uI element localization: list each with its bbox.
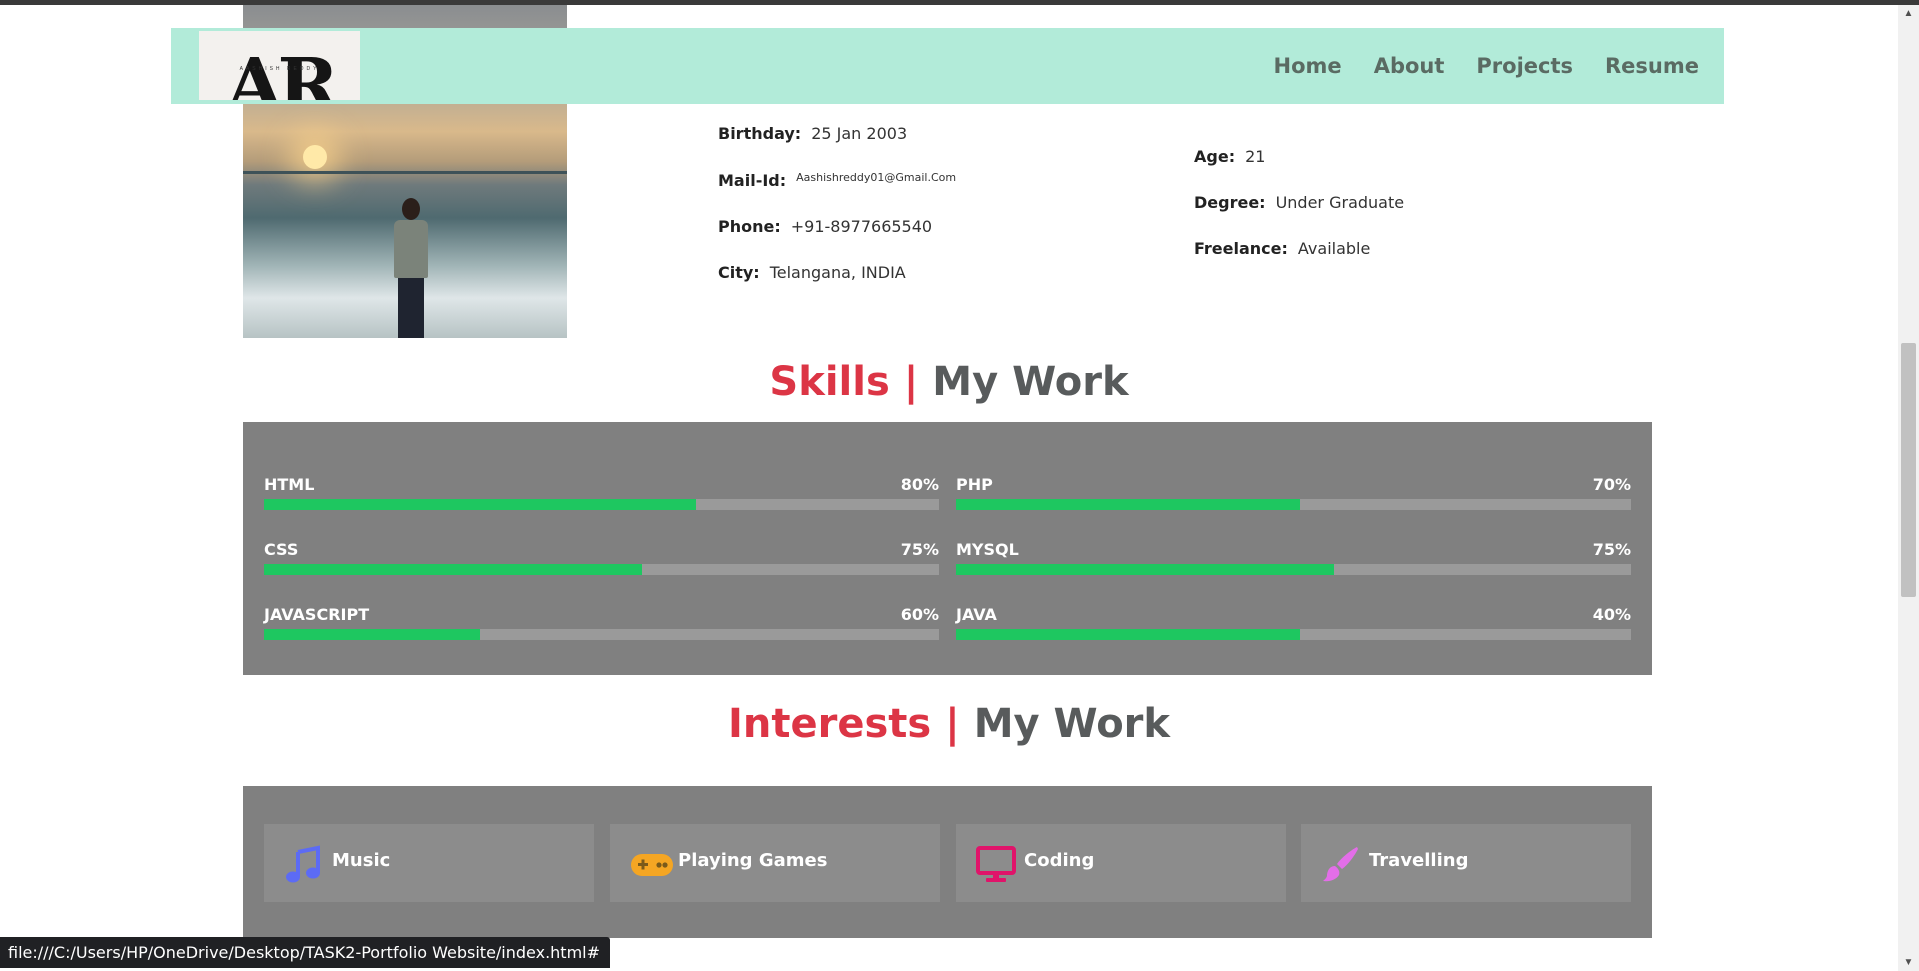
info-key: City: bbox=[718, 263, 760, 282]
logo-subtext: AASHISH REDDY bbox=[239, 66, 320, 72]
info-key: Phone: bbox=[718, 217, 781, 236]
info-value: Available bbox=[1297, 239, 1371, 258]
skill-name: PHP bbox=[956, 475, 993, 494]
interest-label: Playing Games bbox=[678, 850, 828, 871]
skill-name: JAVASCRIPT bbox=[264, 605, 370, 624]
skills-panel: HTML 80% PHP 70% CSS 75% MYSQL 75% JAVAS… bbox=[243, 422, 1652, 675]
vertical-scrollbar[interactable]: ▲ ▼ bbox=[1898, 5, 1919, 971]
scroll-up-arrow-icon[interactable]: ▲ bbox=[1898, 5, 1919, 22]
title-separator: | bbox=[945, 701, 960, 747]
nav-resume-link[interactable]: Resume bbox=[1605, 54, 1699, 78]
skill-name: MYSQL bbox=[956, 540, 1019, 559]
info-age: Age: 21 bbox=[1194, 147, 1265, 166]
interest-label: Music bbox=[332, 850, 391, 871]
interest-label: Coding bbox=[1024, 850, 1095, 871]
skill-percent: 75% bbox=[1592, 540, 1631, 559]
scroll-down-arrow-icon[interactable]: ▼ bbox=[1898, 954, 1919, 971]
skill-progress-track bbox=[264, 629, 939, 640]
info-mail: Mail-Id: Aashishreddy01@Gmail.Com bbox=[718, 171, 956, 190]
skill-name: HTML bbox=[264, 475, 315, 494]
skills-title-accent: Skills bbox=[769, 359, 890, 405]
interests-section-title: Interests | My Work bbox=[0, 701, 1898, 747]
title-separator: | bbox=[903, 359, 919, 405]
info-birthday: Birthday: 25 Jan 2003 bbox=[718, 124, 907, 143]
gamepad-icon bbox=[630, 844, 673, 884]
info-value: +91-8977665540 bbox=[790, 217, 933, 236]
photo-sun bbox=[303, 145, 327, 169]
info-key: Freelance: bbox=[1194, 239, 1288, 258]
skill-progress-track bbox=[956, 629, 1631, 640]
info-key: Mail-Id: bbox=[718, 171, 787, 190]
skill-progress-fill bbox=[264, 629, 480, 640]
info-value: 25 Jan 2003 bbox=[811, 124, 908, 143]
info-city: City: Telangana, INDIA bbox=[718, 263, 906, 282]
skill-progress-track bbox=[264, 564, 939, 575]
photo-horizon bbox=[243, 171, 567, 174]
skills-title-rest: My Work bbox=[932, 359, 1129, 405]
interest-card-playing-games[interactable]: Playing Games bbox=[610, 824, 940, 902]
person-torso bbox=[394, 220, 428, 278]
monitor-icon bbox=[976, 844, 1016, 884]
interests-title-rest: My Work bbox=[973, 701, 1170, 747]
info-key: Birthday: bbox=[718, 124, 802, 143]
skill-progress-fill bbox=[264, 499, 696, 510]
skill-php: PHP 70% bbox=[956, 475, 1631, 525]
skill-percent: 40% bbox=[1592, 605, 1631, 624]
photo-person bbox=[392, 198, 430, 338]
info-value: Telangana, INDIA bbox=[769, 263, 906, 282]
info-key: Degree: bbox=[1194, 193, 1266, 212]
info-degree: Degree: Under Graduate bbox=[1194, 193, 1404, 212]
nav-projects-link[interactable]: Projects bbox=[1476, 54, 1573, 78]
paintbrush-icon bbox=[1321, 844, 1361, 884]
skill-name: CSS bbox=[264, 540, 299, 559]
nav-about-link[interactable]: About bbox=[1374, 54, 1445, 78]
interest-card-travelling[interactable]: Travelling bbox=[1301, 824, 1631, 902]
skill-percent: 75% bbox=[900, 540, 939, 559]
interest-label: Travelling bbox=[1369, 850, 1469, 871]
skill-html: HTML 80% bbox=[264, 475, 939, 525]
interest-card-music[interactable]: Music bbox=[264, 824, 594, 902]
skill-percent: 60% bbox=[900, 605, 939, 624]
skill-progress-fill bbox=[956, 564, 1334, 575]
link-status-bar: file:///C:/Users/HP/OneDrive/Desktop/TAS… bbox=[0, 937, 611, 968]
page-viewport: Birthday: 25 Jan 2003 Mail-Id: Aashishredd… bbox=[0, 5, 1898, 971]
info-freelance: Freelance: Available bbox=[1194, 239, 1370, 258]
skill-progress-track bbox=[956, 499, 1631, 510]
scrollbar-thumb[interactable] bbox=[1901, 343, 1916, 597]
info-key: Age: bbox=[1194, 147, 1236, 166]
site-header: AR AASHISH REDDY Home About Projects Res… bbox=[171, 28, 1724, 104]
info-phone: Phone: +91-8977665540 bbox=[718, 217, 932, 236]
skill-java: JAVA 40% bbox=[956, 605, 1631, 655]
info-value: Aashishreddy01@Gmail.Com bbox=[796, 171, 957, 184]
interests-panel: Music Playing Games Coding Travelling bbox=[243, 786, 1652, 938]
skill-progress-fill bbox=[956, 629, 1301, 640]
person-head bbox=[402, 198, 420, 220]
interests-title-accent: Interests bbox=[728, 701, 932, 747]
skill-percent: 70% bbox=[1592, 475, 1631, 494]
skill-progress-fill bbox=[264, 564, 642, 575]
skill-css: CSS 75% bbox=[264, 540, 939, 590]
skill-progress-track bbox=[264, 499, 939, 510]
skill-progress-fill bbox=[956, 499, 1301, 510]
skill-mysql: MYSQL 75% bbox=[956, 540, 1631, 590]
skill-progress-track bbox=[956, 564, 1631, 575]
info-value: Under Graduate bbox=[1275, 193, 1405, 212]
main-nav: Home About Projects Resume bbox=[1274, 28, 1699, 104]
info-value: 21 bbox=[1245, 147, 1266, 166]
skill-javascript: JAVASCRIPT 60% bbox=[264, 605, 939, 655]
nav-home-link[interactable]: Home bbox=[1274, 54, 1342, 78]
music-note-icon bbox=[284, 844, 324, 884]
interest-card-coding[interactable]: Coding bbox=[956, 824, 1286, 902]
logo-mark: AR bbox=[226, 43, 339, 100]
site-logo[interactable]: AR AASHISH REDDY bbox=[199, 31, 360, 100]
person-legs bbox=[398, 278, 424, 338]
skill-name: JAVA bbox=[956, 605, 997, 624]
skills-section-title: Skills | My Work bbox=[0, 359, 1898, 405]
skill-percent: 80% bbox=[900, 475, 939, 494]
